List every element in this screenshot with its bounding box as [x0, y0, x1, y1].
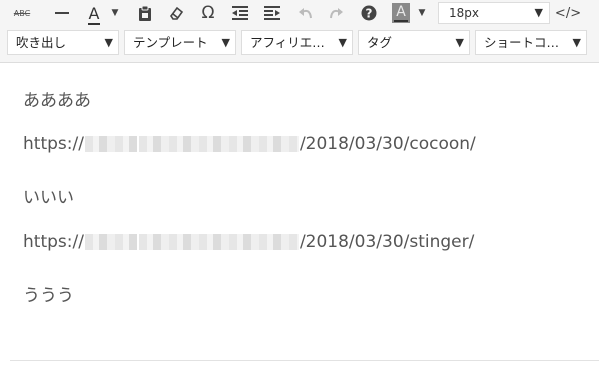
template-dropdown[interactable]: テンプレート ▼ — [124, 30, 236, 55]
redacted-segment — [138, 136, 299, 152]
background-color-dropdown[interactable]: ▼ — [413, 2, 431, 24]
redacted-segment — [84, 136, 137, 152]
editor-content[interactable]: ああああ https:// /2018/03/30/cocoon/ いいい htt… — [0, 62, 599, 366]
chevron-down-icon: ▼ — [104, 36, 113, 49]
dropdown-label: タグ — [367, 35, 393, 50]
strikethrough-icon: ABC — [13, 8, 31, 18]
strikethrough-button[interactable]: ABC — [10, 2, 34, 24]
speech-bubble-dropdown[interactable]: 吹き出し ▼ — [7, 30, 119, 55]
toolbar-row-secondary: 吹き出し ▼ テンプレート ▼ アフィリエ… ▼ タグ ▼ ショートコ… ▼ — [0, 30, 599, 56]
dropdown-label: テンプレート — [133, 35, 208, 50]
outdent-button[interactable] — [228, 2, 252, 24]
outdent-icon — [232, 6, 248, 20]
url-paragraph: https:// /2018/03/30/cocoon/ — [23, 134, 476, 154]
dropdown-label: ショートコ… — [484, 35, 560, 50]
paragraph: いいい — [23, 188, 74, 208]
font-size-select[interactable]: 18px ▼ — [438, 2, 550, 24]
url-suffix: /2018/03/30/stinger/ — [299, 232, 475, 252]
chevron-down-icon: ▼ — [221, 36, 230, 49]
code-icon: </> — [554, 5, 582, 21]
special-character-button[interactable]: Ω — [196, 2, 220, 24]
clear-formatting-button[interactable] — [164, 2, 188, 24]
redo-button[interactable] — [324, 2, 348, 24]
code-view-button[interactable]: </> — [554, 2, 582, 24]
editor-toolbar: ABC A ▼ Ω ? A ▼ 18px ▼ </> 吹き出し ▼ テンプレート… — [0, 0, 599, 63]
dropdown-label: アフィリエ… — [250, 35, 325, 50]
horizontal-line-button[interactable] — [50, 2, 74, 24]
help-button[interactable]: ? — [357, 2, 381, 24]
undo-button[interactable] — [294, 2, 318, 24]
clipboard-icon — [139, 5, 151, 21]
affiliate-dropdown[interactable]: アフィリエ… ▼ — [241, 30, 353, 55]
chevron-down-icon: ▼ — [111, 8, 119, 18]
chevron-down-icon: ▼ — [418, 8, 426, 18]
redo-icon — [330, 8, 343, 19]
url-prefix: https:// — [23, 232, 84, 252]
help-icon: ? — [361, 5, 377, 21]
chevron-down-icon: ▼ — [338, 36, 347, 49]
shortcode-dropdown[interactable]: ショートコ… ▼ — [475, 30, 587, 55]
text-color-icon: A — [87, 3, 100, 25]
paste-as-text-button[interactable] — [133, 2, 157, 24]
url-paragraph: https:// /2018/03/30/stinger/ — [23, 232, 474, 252]
background-color-button[interactable]: A — [389, 2, 413, 24]
text-color-dropdown[interactable]: ▼ — [106, 2, 124, 24]
horizontal-line-icon — [55, 12, 69, 14]
redacted-segment — [84, 234, 137, 250]
chevron-down-icon: ▼ — [572, 36, 581, 49]
omega-icon: Ω — [201, 3, 215, 23]
eraser-icon — [170, 6, 184, 20]
tag-dropdown[interactable]: タグ ▼ — [358, 30, 470, 55]
indent-button[interactable] — [260, 2, 284, 24]
url-prefix: https:// — [23, 134, 84, 154]
editor-bottom-border — [10, 360, 599, 361]
dropdown-label: 吹き出し — [16, 35, 67, 50]
indent-icon — [264, 6, 280, 20]
url-suffix: /2018/03/30/cocoon/ — [299, 134, 476, 154]
background-color-icon: A — [392, 3, 410, 23]
text-color-button[interactable]: A — [82, 2, 106, 25]
undo-icon — [299, 8, 312, 19]
paragraph: ああああ — [23, 91, 91, 111]
chevron-down-icon: ▼ — [534, 6, 543, 19]
paragraph: ううう — [23, 286, 74, 306]
chevron-down-icon: ▼ — [455, 36, 464, 49]
redacted-segment — [138, 234, 299, 250]
font-size-value: 18px — [449, 6, 479, 20]
toolbar-row-primary: ABC A ▼ Ω ? A ▼ 18px ▼ </> — [0, 0, 589, 28]
svg-text:?: ? — [366, 7, 373, 21]
